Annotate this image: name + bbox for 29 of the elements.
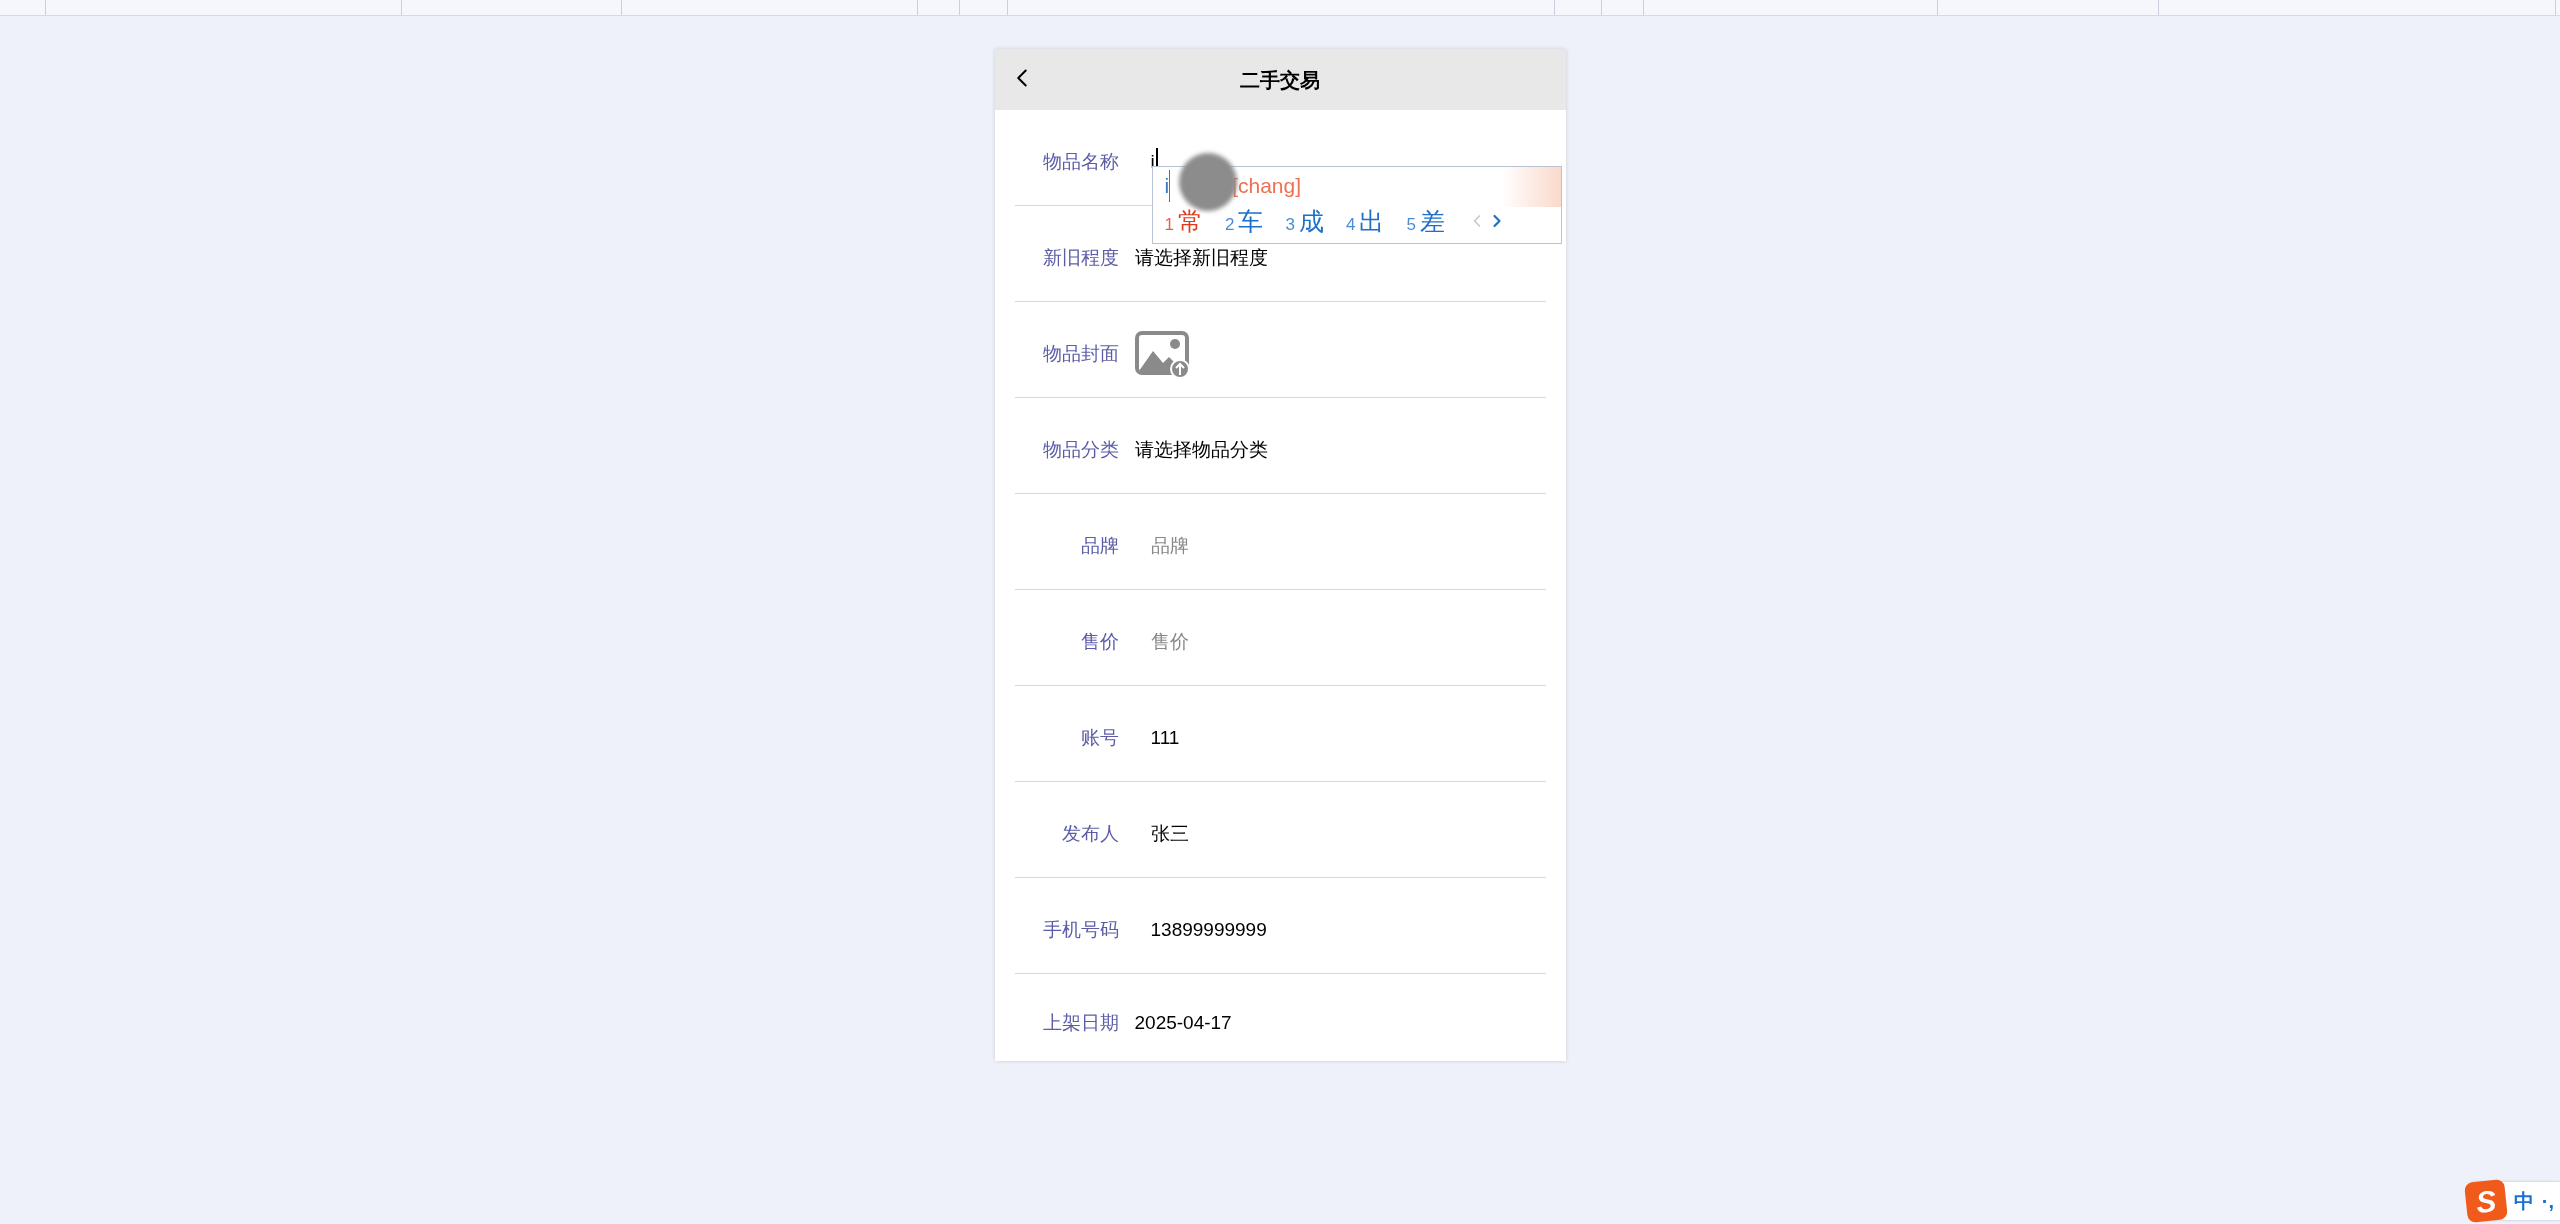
field-label: 发布人 — [1060, 822, 1119, 847]
text-input[interactable]: 品牌 — [1150, 532, 1189, 561]
text-input[interactable]: 张三 — [1150, 820, 1189, 849]
picker-field[interactable]: 请选择物品分类 — [1134, 436, 1268, 465]
ime-candidate[interactable]: 2 车 — [1224, 202, 1264, 240]
field-label: 物品名称 — [1041, 150, 1119, 175]
picker-field[interactable]: 请选择新旧程度 — [1134, 244, 1268, 273]
ime-composition: i — [1164, 170, 1171, 202]
image-upload-icon[interactable] — [1134, 330, 1191, 379]
field-label: 新旧程度 — [1041, 246, 1119, 271]
field-label: 手机号码 — [1041, 918, 1119, 943]
ime-logo[interactable]: S — [2463, 1179, 2508, 1223]
ime-candidate[interactable]: 3 成 — [1285, 202, 1324, 240]
field-label: 售价 — [1079, 630, 1119, 655]
ime-punctuation[interactable]: ·, — [2541, 1186, 2554, 1216]
field-label: 上架日期 — [1041, 1010, 1119, 1035]
field-label: 账号 — [1079, 726, 1119, 751]
page-title: 二手交易 — [1240, 67, 1320, 93]
ime-candidate[interactable]: 5 差 — [1406, 202, 1445, 240]
field-label: 物品分类 — [1041, 438, 1119, 463]
text-input[interactable]: 售价 — [1150, 628, 1189, 657]
ime-mode[interactable]: 中 — [2513, 1186, 2534, 1216]
field-label: 品牌 — [1079, 534, 1119, 559]
text-input[interactable]: 13899999999 — [1150, 916, 1267, 945]
field-label: 物品封面 — [1041, 342, 1119, 367]
ime-reading: [chang] — [1232, 173, 1302, 199]
text-input[interactable]: 111 — [1150, 724, 1180, 753]
picker-field[interactable]: 2025-04-17 — [1134, 1008, 1232, 1038]
ime-candidate[interactable]: 4 出 — [1345, 202, 1385, 240]
